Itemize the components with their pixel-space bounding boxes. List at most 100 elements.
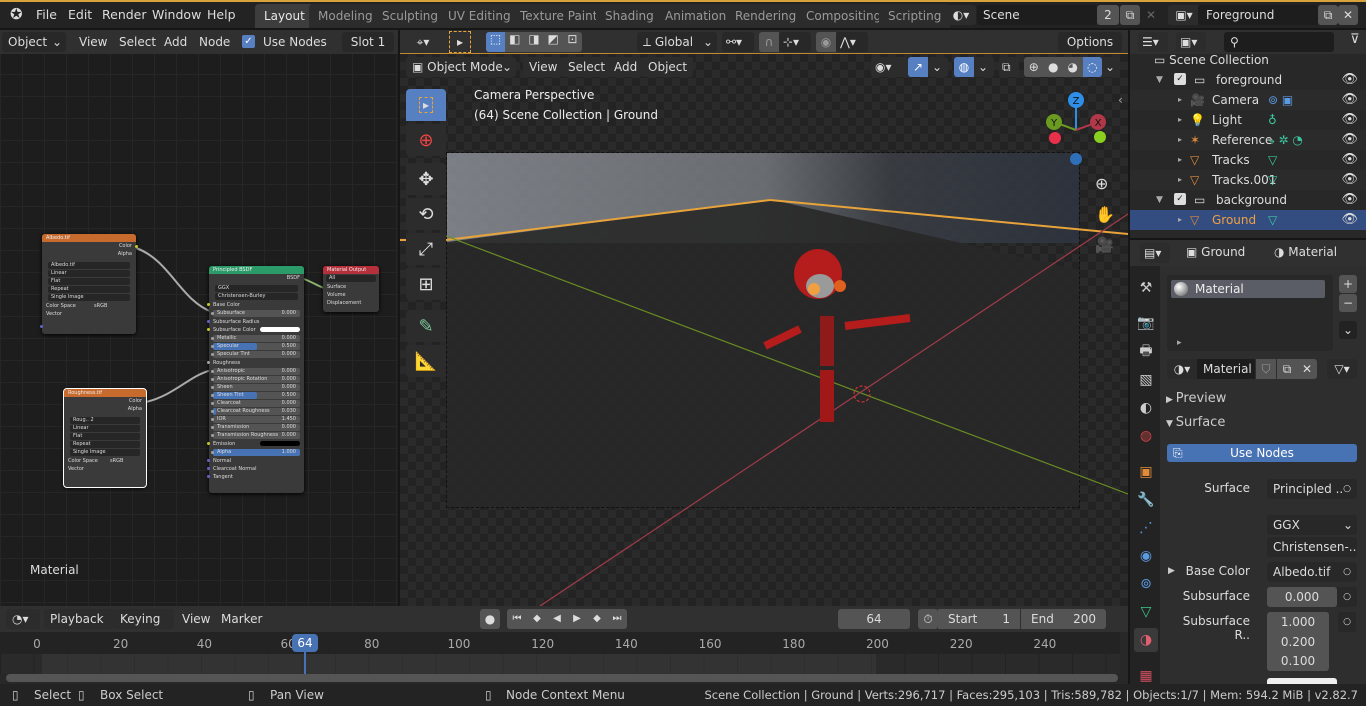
bsdf-input-row[interactable]: Clearcoat Roughness 0.030 [211,408,300,415]
pivot-point-icon[interactable]: ⚯▾ [722,32,754,52]
orientation-select[interactable]: ⟂ Global ⌄ [637,32,717,52]
slot-specials-icon[interactable]: ⌄ [1339,321,1357,339]
input-socket[interactable] [211,402,214,405]
input-socket[interactable] [211,418,214,421]
subsurface-value[interactable]: 0.000 [1267,587,1337,607]
socket-vector[interactable] [40,325,43,328]
principled-bsdf-node[interactable]: Principled BSDF BSDF GGX Christensen-Bur… [207,266,304,493]
new-scene-icon[interactable]: ⧉ [1120,5,1140,25]
select-tool-icon[interactable]: ▸ [449,31,471,53]
tab-rendering[interactable]: Rendering [726,4,806,28]
eye-icon[interactable]: 👁 [1341,110,1358,130]
roughness-interp-select[interactable]: Linear [70,425,140,432]
input-socket[interactable] [211,386,214,389]
expand-arrow-icon[interactable]: ▸ [1178,130,1182,150]
outliner-item[interactable]: ▸ ▽ Tracks ▽ 👁 [1130,150,1366,170]
duplicate-material-icon[interactable]: ⧉ [1277,359,1297,379]
input-socket[interactable] [211,410,214,413]
expand-icon[interactable]: ▸ [1177,338,1182,348]
roughness-source-select[interactable]: Single Image [70,449,140,456]
subsurface-radius-z[interactable]: 0.100 [1267,651,1329,671]
remove-slot-icon[interactable]: − [1339,294,1357,312]
input-socket[interactable] [211,370,214,373]
tool-scale[interactable]: ⤢ [406,233,446,265]
fake-user-icon[interactable]: ⛉ [1256,359,1276,379]
object-properties-icon[interactable]: ▣ [1134,460,1158,484]
expand-arrow-icon[interactable]: ▼ [1156,70,1163,90]
albedo-colorspace-row[interactable]: Color Space sRGB [42,302,136,310]
material-properties-icon[interactable]: ◑ [1134,628,1158,652]
bsdf-input-row[interactable]: Roughness [207,359,304,367]
bsdf-input-row[interactable]: Normal [207,457,304,465]
jump-start-icon[interactable]: ⏮ [507,609,527,629]
sidebar-toggle-icon[interactable]: ‹ [1118,93,1123,107]
outliner-item-label[interactable]: Ground [1212,210,1256,230]
jump-end-icon[interactable]: ⏭ [607,609,627,629]
outliner-filter-layer-icon[interactable]: ▣▾ [1176,32,1206,52]
play-reverse-icon[interactable]: ◀ [547,609,567,629]
socket-icon[interactable]: ○ [1337,587,1357,607]
auto-keying-icon[interactable]: ● [480,609,500,629]
outliner-item-label[interactable]: Tracks [1212,150,1250,170]
outliner-item[interactable]: ▼ ✓ ▭ foreground 👁 [1130,70,1366,90]
input-socket[interactable] [207,303,210,306]
delete-view-layer-icon[interactable]: ✕ [1338,5,1358,25]
outliner-item-label[interactable]: background [1216,190,1287,210]
albedo-proj-select[interactable]: Flat [48,278,130,285]
timeline-menu-marker[interactable]: Marker [215,609,268,629]
material-output-node[interactable]: Material Output All Surface Volume Displ… [323,266,379,312]
stopwatch-icon[interactable]: ⏱ [918,609,938,629]
roughness-node-header[interactable]: Roughness.tif [64,389,146,397]
end-frame-field[interactable]: End 200 [1021,609,1106,629]
bsdf-input-row[interactable]: Specular 0.500 [211,343,300,350]
input-socket[interactable] [207,442,210,445]
prev-keyframe-icon[interactable]: ◆ [527,609,547,629]
editor-type-icon[interactable]: ▤▾ [1140,243,1170,263]
albedo-image-field[interactable]: Albedo.tif [48,262,130,269]
output-node-header[interactable]: Material Output [323,266,379,274]
outliner-item-label[interactable]: Tracks.001 [1212,170,1276,190]
data-icon[interactable]: ▽ [1268,210,1277,230]
bsdf-input-row[interactable]: Clearcoat 0.000 [211,400,300,407]
exclude-checkbox[interactable]: ✓ [1174,193,1186,205]
select-intersect-icon[interactable]: ⊡ [563,32,582,52]
bsdf-input-row[interactable]: Anisotropic 0.000 [211,368,300,375]
playhead-frame-indicator[interactable]: 64 [292,634,318,652]
bsdf-input-row[interactable]: Sheen 0.000 [211,384,300,391]
bsdf-input-row[interactable]: Subsurface Color [207,326,304,334]
roughness-colorspace-row[interactable]: Color Space sRGB [64,457,146,465]
snap-target-icon[interactable]: ⊹▾ [779,32,811,52]
tool-properties-icon[interactable]: ⚒ [1134,276,1158,300]
proportional-edit-icon[interactable]: ◉ [816,32,836,52]
expand-arrow-icon[interactable]: ▸ [1178,170,1182,190]
exclude-checkbox[interactable]: ✓ [1174,73,1186,85]
options-button[interactable]: Options ⌄ [1058,32,1122,69]
subsurface-method-select[interactable]: Christensen-..⌄ [1267,537,1357,574]
physics-properties-icon[interactable]: ◉ [1134,544,1158,568]
tab-scripting[interactable]: Scripting [879,4,951,28]
tool-annotate[interactable]: ✎ [406,310,446,342]
next-keyframe-icon[interactable]: ◆ [587,609,607,629]
distribution-select[interactable]: GGX ⌄ [1267,515,1357,535]
select-subtract-icon[interactable]: ◨ [524,32,543,52]
bsdf-input-row[interactable]: Emission [207,440,304,448]
bsdf-node-header[interactable]: Principled BSDF [209,266,304,274]
bsdf-input-row[interactable]: Anisotropic Rotation 0.000 [211,376,300,383]
input-socket[interactable] [211,378,214,381]
bsdf-input-row[interactable]: Tangent [207,473,304,481]
tool-measure[interactable]: 📐 [406,345,446,377]
eye-icon[interactable]: 👁 [1341,190,1358,210]
eye-icon[interactable]: 👁 [1341,150,1358,170]
tab-animation[interactable]: Animation [656,4,736,28]
falloff-icon[interactable]: ⋀▾ [836,32,868,52]
scene-properties-icon[interactable]: ◐ [1134,396,1158,420]
bsdf-distribution-select[interactable]: GGX [215,285,298,292]
add-slot-icon[interactable]: + [1339,275,1357,293]
bsdf-input-row[interactable]: Transmission Roughness 0.000 [211,432,300,439]
bsdf-input-row[interactable]: Base Color [207,301,304,309]
zoom-view-icon[interactable]: ⊕ [1095,174,1108,193]
output-properties-icon[interactable]: 🖶 [1134,340,1158,364]
outliner-item[interactable]: ▸ ▽ Ground ▽ 👁 [1130,210,1366,230]
tab-texture-paint[interactable]: Texture Paint [511,4,607,28]
bsdf-input-row[interactable]: Clearcoat Normal [207,465,304,473]
